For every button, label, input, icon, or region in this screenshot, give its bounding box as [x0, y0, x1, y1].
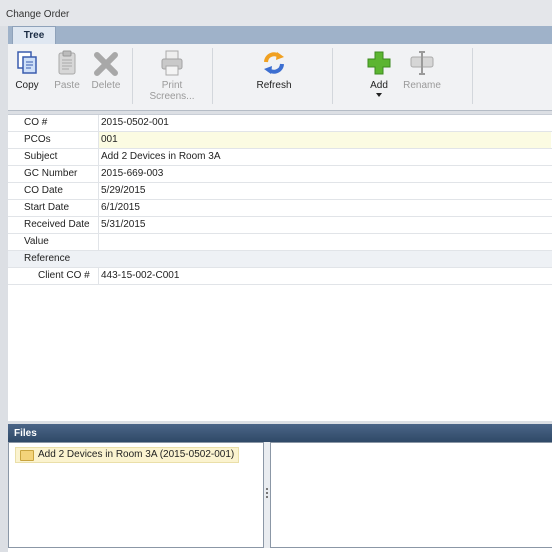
property-value[interactable]: 2015-669-003: [98, 166, 551, 182]
window-titlebar: Change Order: [0, 0, 552, 26]
property-grid: CO # 2015-0502-001 PCOs 001 Subject Add …: [8, 114, 552, 421]
printer-icon: [157, 48, 187, 78]
files-panel: Add 2 Devices in Room 3A (2015-0502-001): [8, 442, 552, 552]
property-row-subject[interactable]: Subject Add 2 Devices in Room 3A: [8, 149, 552, 166]
print-screens-label: Print Screens...: [149, 80, 195, 102]
files-detail-pane: [270, 442, 552, 548]
property-row-gc-number[interactable]: GC Number 2015-669-003: [8, 166, 552, 183]
property-label: CO Date: [24, 185, 63, 196]
add-icon: [364, 48, 394, 78]
property-row-received-date[interactable]: Received Date 5/31/2015: [8, 217, 552, 234]
copy-icon: [12, 48, 42, 78]
toolbar-ribbon: Copy Paste Delete Print Screens... Refre…: [8, 44, 552, 111]
property-value[interactable]: 5/29/2015: [98, 183, 551, 199]
property-label: Start Date: [24, 202, 70, 213]
copy-label: Copy: [15, 80, 39, 91]
property-row-value[interactable]: Value: [8, 234, 552, 251]
paste-label: Paste: [54, 80, 80, 91]
refresh-label: Refresh: [256, 80, 292, 91]
property-label: Subject: [24, 151, 58, 162]
toolbar-separator: [212, 48, 213, 104]
property-value[interactable]: 6/1/2015: [98, 200, 551, 216]
file-tree-item[interactable]: Add 2 Devices in Room 3A (2015-0502-001): [15, 447, 240, 463]
property-category-reference[interactable]: Reference: [8, 251, 552, 268]
property-row-pcos[interactable]: PCOs 001: [8, 132, 552, 149]
copy-button[interactable]: Copy: [10, 48, 44, 91]
files-panel-header: Files: [8, 424, 552, 442]
property-value[interactable]: 5/31/2015: [98, 217, 551, 233]
paste-icon: [52, 48, 82, 78]
property-value[interactable]: [98, 234, 551, 250]
paste-button[interactable]: Paste: [50, 48, 84, 91]
property-label: Value: [24, 236, 49, 247]
property-value[interactable]: 443-15-002-C001: [98, 268, 551, 284]
property-row-co-number[interactable]: CO # 2015-0502-001: [8, 115, 552, 132]
property-row-co-date[interactable]: CO Date 5/29/2015: [8, 183, 552, 200]
files-tree: Add 2 Devices in Room 3A (2015-0502-001): [8, 442, 264, 548]
left-frame: [0, 26, 8, 552]
tab-tree[interactable]: Tree: [12, 26, 56, 44]
property-row-client-co[interactable]: Client CO # 443-15-002-C001: [8, 268, 552, 285]
refresh-icon: [259, 48, 289, 78]
property-value[interactable]: Add 2 Devices in Room 3A: [98, 149, 551, 165]
property-row-start-date[interactable]: Start Date 6/1/2015: [8, 200, 552, 217]
add-label: Add: [370, 80, 388, 91]
add-button[interactable]: Add: [364, 48, 394, 97]
property-label: CO #: [24, 117, 48, 128]
delete-icon: [91, 48, 121, 78]
toolbar-separator: [132, 48, 133, 104]
chevron-down-icon: [376, 93, 382, 97]
delete-button[interactable]: Delete: [88, 48, 124, 91]
print-screens-button[interactable]: Print Screens...: [142, 48, 202, 102]
delete-label: Delete: [91, 80, 121, 91]
toolbar-separator: [472, 48, 473, 104]
property-label: GC Number: [24, 168, 78, 179]
rename-button[interactable]: Rename: [400, 48, 444, 91]
refresh-button[interactable]: Refresh: [252, 48, 296, 91]
rename-label: Rename: [403, 80, 441, 91]
category-label: Reference: [24, 253, 71, 264]
rename-icon: [407, 48, 437, 78]
file-tree-item-label: Add 2 Devices in Room 3A (2015-0502-001): [38, 449, 235, 460]
files-title: Files: [14, 428, 37, 439]
property-value[interactable]: 001: [98, 132, 551, 148]
toolbar-separator: [332, 48, 333, 104]
property-label: Received Date: [24, 219, 90, 230]
property-label: PCOs: [24, 134, 51, 145]
property-value[interactable]: 2015-0502-001: [98, 115, 551, 131]
tab-strip: Tree: [8, 26, 552, 44]
window-title: Change Order: [6, 9, 70, 20]
folder-icon: [20, 450, 34, 461]
